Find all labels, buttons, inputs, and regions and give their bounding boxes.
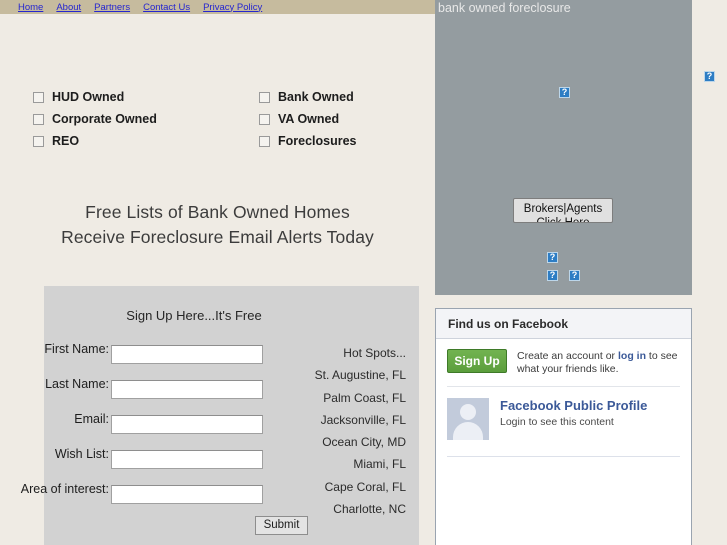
brokers-agents-button-line-2: Click Here bbox=[536, 217, 590, 223]
facebook-signup-row: Sign Up Create an account or log in to s… bbox=[436, 339, 691, 386]
signup-form: First Name: Last Name: Email: Wish List:… bbox=[21, 342, 274, 519]
facebook-widget-header: Find us on Facebook bbox=[436, 309, 691, 339]
hot-spot-item[interactable]: Jacksonville, FL bbox=[256, 409, 406, 431]
property-type-filters: HUD Owned Corporate Owned REO Bank Owned bbox=[0, 86, 435, 156]
facebook-bottom-divider bbox=[447, 456, 680, 457]
filter-hud-owned[interactable]: HUD Owned bbox=[33, 86, 157, 108]
nav-link-privacy-policy[interactable]: Privacy Policy bbox=[203, 2, 262, 13]
filter-label: Bank Owned bbox=[278, 90, 354, 104]
input-area-of-interest[interactable] bbox=[111, 485, 263, 504]
filter-bank-owned[interactable]: Bank Owned bbox=[259, 86, 357, 108]
nav-link-partners[interactable]: Partners bbox=[94, 2, 130, 13]
checkbox-hud-owned[interactable] bbox=[33, 91, 44, 103]
form-row-first-name: First Name: bbox=[44, 342, 274, 377]
broken-image-icon bbox=[569, 269, 580, 282]
hot-spot-item[interactable]: Ocean City, MD bbox=[256, 431, 406, 453]
hot-spots-title: Hot Spots... bbox=[343, 346, 406, 360]
signup-panel-title: Sign Up Here...It's Free bbox=[126, 308, 262, 323]
broken-image-icon bbox=[559, 86, 570, 99]
facebook-log-in-link[interactable]: log in bbox=[618, 350, 646, 362]
page-headline: Free Lists of Bank Owned Homes Receive F… bbox=[0, 200, 435, 250]
facebook-profile-row: Facebook Public Profile Login to see thi… bbox=[436, 387, 691, 450]
nav-link-contact-us[interactable]: Contact Us bbox=[143, 2, 190, 13]
label-email: Email: bbox=[74, 412, 109, 426]
hot-spot-item[interactable]: Charlotte, NC bbox=[256, 498, 406, 520]
form-row-last-name: Last Name: bbox=[44, 377, 274, 412]
label-area-of-interest: Area of interest: bbox=[20, 482, 109, 496]
sidebar-column: bank owned foreclosure Brokers|Agents Cl… bbox=[435, 0, 727, 545]
hot-spot-item[interactable]: St. Augustine, FL bbox=[256, 364, 406, 386]
headline-line-2: Receive Foreclosure Email Alerts Today bbox=[61, 227, 374, 247]
input-email[interactable] bbox=[111, 415, 263, 434]
input-first-name[interactable] bbox=[111, 345, 263, 364]
form-row-email: Email: bbox=[44, 412, 274, 447]
form-row-area-of-interest: Area of interest: bbox=[21, 482, 274, 517]
nav-link-about[interactable]: About bbox=[56, 2, 81, 13]
facebook-like-box: Find us on Facebook Sign Up Create an ac… bbox=[435, 308, 692, 545]
filter-foreclosures[interactable]: Foreclosures bbox=[259, 130, 357, 152]
broken-image-icon bbox=[704, 70, 715, 83]
input-last-name[interactable] bbox=[111, 380, 263, 399]
checkbox-reo[interactable] bbox=[33, 135, 44, 147]
nav-link-list: Home About Partners Contact Us Privacy P… bbox=[18, 0, 262, 14]
filter-label: REO bbox=[52, 134, 80, 148]
label-last-name: Last Name: bbox=[45, 377, 109, 391]
filter-label: Foreclosures bbox=[278, 134, 357, 148]
input-wish-list[interactable] bbox=[111, 450, 263, 469]
broken-image-icon bbox=[547, 251, 558, 264]
filter-va-owned[interactable]: VA Owned bbox=[259, 108, 357, 130]
form-row-wish-list: Wish List: bbox=[44, 447, 274, 482]
facebook-profile-text: Facebook Public Profile Login to see thi… bbox=[500, 398, 647, 440]
facebook-profile-name-link[interactable]: Facebook Public Profile bbox=[500, 398, 647, 414]
checkbox-corporate-owned[interactable] bbox=[33, 113, 44, 125]
facebook-profile-subtext: Login to see this content bbox=[500, 416, 614, 428]
headline-line-1: Free Lists of Bank Owned Homes bbox=[85, 202, 350, 222]
label-first-name: First Name: bbox=[44, 342, 109, 356]
filter-label: HUD Owned bbox=[52, 90, 125, 104]
hot-spot-item[interactable]: Miami, FL bbox=[256, 453, 406, 475]
advertisement-title: bank owned foreclosure bbox=[438, 1, 571, 15]
filter-reo[interactable]: REO bbox=[33, 130, 157, 152]
advertisement-panel: bank owned foreclosure Brokers|Agents Cl… bbox=[435, 0, 692, 295]
broken-image-icon bbox=[547, 269, 558, 282]
label-wish-list: Wish List: bbox=[54, 447, 109, 461]
signup-panel: Sign Up Here...It's Free First Name: Las… bbox=[21, 286, 419, 545]
facebook-widget-title: Find us on Facebook bbox=[448, 316, 569, 331]
hot-spot-item[interactable]: Cape Coral, FL bbox=[256, 476, 406, 498]
facebook-sign-up-button[interactable]: Sign Up bbox=[447, 349, 507, 373]
checkbox-va-owned[interactable] bbox=[259, 113, 270, 125]
main-content-column: Home About Partners Contact Us Privacy P… bbox=[0, 0, 435, 545]
filter-label: VA Owned bbox=[278, 112, 340, 126]
brokers-agents-button-line-1: Brokers|Agents bbox=[523, 203, 603, 215]
nav-link-home[interactable]: Home bbox=[18, 2, 43, 13]
checkbox-bank-owned[interactable] bbox=[259, 91, 270, 103]
filter-column-left: HUD Owned Corporate Owned REO bbox=[33, 86, 157, 152]
top-navigation-bar: Home About Partners Contact Us Privacy P… bbox=[0, 0, 435, 14]
hot-spots-list: Hot Spots... St. Augustine, FL Palm Coas… bbox=[256, 342, 406, 520]
facebook-signup-text-pre: Create an account or bbox=[517, 350, 618, 362]
filter-corporate-owned[interactable]: Corporate Owned bbox=[33, 108, 157, 130]
avatar bbox=[447, 398, 489, 440]
hot-spot-item[interactable]: Palm Coast, FL bbox=[256, 387, 406, 409]
page-root: Home About Partners Contact Us Privacy P… bbox=[0, 0, 727, 545]
checkbox-foreclosures[interactable] bbox=[259, 135, 270, 147]
filter-column-right: Bank Owned VA Owned Foreclosures bbox=[259, 86, 357, 152]
facebook-signup-text: Create an account or log in to see what … bbox=[517, 349, 681, 376]
brokers-agents-button[interactable]: Brokers|Agents Click Here bbox=[513, 198, 613, 223]
filter-label: Corporate Owned bbox=[52, 112, 157, 126]
